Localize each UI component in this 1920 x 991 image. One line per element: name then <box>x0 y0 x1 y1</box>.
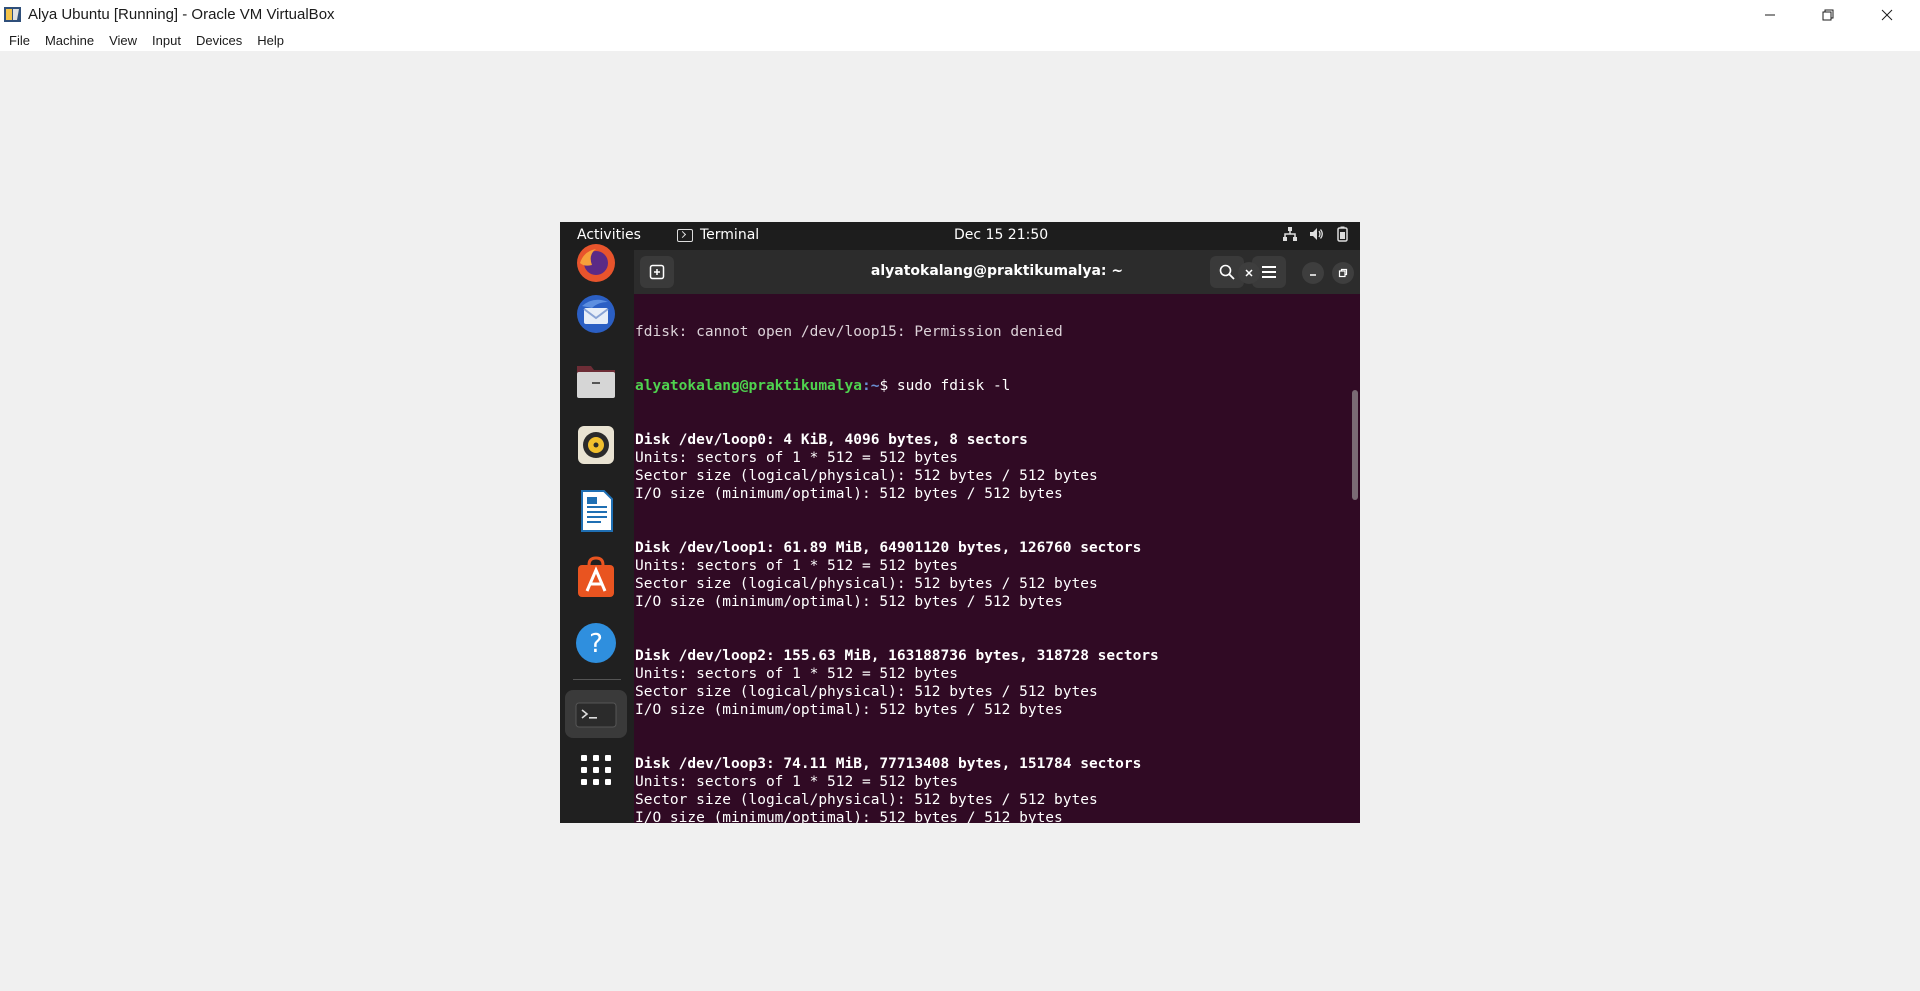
menu-help[interactable]: Help <box>251 31 290 50</box>
menu-input[interactable]: Input <box>146 31 187 50</box>
terminal-icon <box>575 702 617 728</box>
terminal-line: Sector size (logical/physical): 512 byte… <box>635 792 1098 808</box>
help-icon: ? <box>576 623 616 663</box>
terminal-lines: fdisk: cannot open /dev/loop15: Permissi… <box>635 294 1159 823</box>
minimize-icon <box>1765 14 1775 15</box>
terminal-line: Sector size (logical/physical): 512 byte… <box>635 468 1098 484</box>
show-apps-icon <box>581 755 611 785</box>
gnome-top-bar: Activities Terminal Dec 15 21:50 <box>560 222 1360 250</box>
terminal-scrollbar[interactable] <box>1352 390 1358 500</box>
firefox-icon <box>577 244 615 282</box>
ubuntu-dock: ? <box>560 244 634 823</box>
menu-machine[interactable]: Machine <box>39 31 100 50</box>
close-window-button[interactable] <box>1858 0 1916 29</box>
disk-header-line: Disk /dev/loop0: 4 KiB, 4096 bytes, 8 se… <box>635 432 1028 448</box>
restore-icon <box>1338 268 1348 278</box>
terminal-restore-button[interactable] <box>1332 262 1354 284</box>
libreoffice-writer-icon <box>581 490 613 532</box>
dock-show-apps[interactable] <box>573 747 619 793</box>
prompt-user: alyatokalang@praktikumalya <box>635 378 862 394</box>
terminal-line: Sector size (logical/physical): 512 byte… <box>635 684 1098 700</box>
network-icon <box>1283 227 1297 241</box>
terminal-output[interactable]: fdisk: cannot open /dev/loop15: Permissi… <box>634 294 1360 823</box>
thunderbird-icon <box>577 295 615 333</box>
terminal-line: Units: sectors of 1 * 512 = 512 bytes <box>635 558 959 574</box>
minimize-icon <box>1310 274 1316 276</box>
terminal-line: I/O size (minimum/optimal): 512 bytes / … <box>635 702 1063 718</box>
volume-icon <box>1310 228 1323 240</box>
terminal-small-icon <box>677 228 693 242</box>
prompt-path: :~ <box>861 378 880 394</box>
disk-header-line: Disk /dev/loop3: 74.11 MiB, 77713408 byt… <box>635 756 1142 772</box>
dock-help[interactable]: ? <box>573 620 619 666</box>
terminal-line-cutoff: fdisk: cannot open /dev/loop15: Permissi… <box>635 324 1063 340</box>
menu-file[interactable]: File <box>3 31 36 50</box>
dock-separator <box>573 679 621 680</box>
restore-icon <box>1822 9 1834 20</box>
restore-button[interactable] <box>1799 0 1857 29</box>
disk-header-line: Disk /dev/loop2: 155.63 MiB, 163188736 b… <box>635 648 1159 664</box>
prompt-command: $ sudo fdisk -l <box>879 378 1011 394</box>
close-icon <box>1881 9 1893 20</box>
system-tray[interactable] <box>1282 226 1350 242</box>
dock-firefox[interactable] <box>573 240 619 286</box>
host-menubar: File Machine View Input Devices Help <box>0 29 1920 51</box>
window-title: Alya Ubuntu [Running] - Oracle VM Virtua… <box>28 6 335 23</box>
prompt-line: alyatokalang@praktikumalya:~$ sudo fdisk… <box>635 377 1159 395</box>
dock-app-center[interactable] <box>573 554 619 600</box>
close-icon <box>1245 269 1253 277</box>
clock[interactable]: Dec 15 21:50 <box>954 227 1048 243</box>
terminal-line: Units: sectors of 1 * 512 = 512 bytes <box>635 774 959 790</box>
terminal-close-button[interactable] <box>1238 262 1260 284</box>
menu-devices[interactable]: Devices <box>190 31 248 50</box>
dock-terminal[interactable] <box>565 690 627 738</box>
search-icon <box>1219 264 1235 280</box>
host-title-bar: Alya Ubuntu [Running] - Oracle VM Virtua… <box>0 0 1920 29</box>
app-menu-label: Terminal <box>700 227 760 243</box>
disk-header-line: Disk /dev/loop1: 61.89 MiB, 64901120 byt… <box>635 540 1142 556</box>
terminal-line: Units: sectors of 1 * 512 = 512 bytes <box>635 666 959 682</box>
dock-libreoffice-writer[interactable] <box>573 488 619 534</box>
app-menu-terminal[interactable]: Terminal <box>677 227 759 243</box>
menu-view[interactable]: View <box>103 31 143 50</box>
minimize-button[interactable] <box>1741 0 1799 29</box>
virtualbox-app-icon <box>4 7 21 22</box>
terminal-line: I/O size (minimum/optimal): 512 bytes / … <box>635 594 1063 610</box>
vm-display[interactable]: Activities Terminal Dec 15 21:50 ? alyat… <box>560 222 1360 823</box>
terminal-minimize-button[interactable] <box>1302 262 1324 284</box>
terminal-line: I/O size (minimum/optimal): 512 bytes / … <box>635 486 1063 502</box>
terminal-line: I/O size (minimum/optimal): 512 bytes / … <box>635 810 1063 823</box>
files-icon <box>577 366 615 398</box>
app-center-icon <box>578 556 614 597</box>
svg-text:?: ? <box>589 629 603 659</box>
rhythmbox-icon <box>578 426 614 464</box>
dock-rhythmbox[interactable] <box>573 422 619 468</box>
terminal-line: Sector size (logical/physical): 512 byte… <box>635 576 1098 592</box>
terminal-line: Units: sectors of 1 * 512 = 512 bytes <box>635 450 959 466</box>
dock-files[interactable] <box>573 357 619 403</box>
battery-power-icon <box>1337 226 1348 242</box>
hamburger-menu-icon <box>1262 266 1276 278</box>
dock-thunderbird[interactable] <box>573 291 619 337</box>
